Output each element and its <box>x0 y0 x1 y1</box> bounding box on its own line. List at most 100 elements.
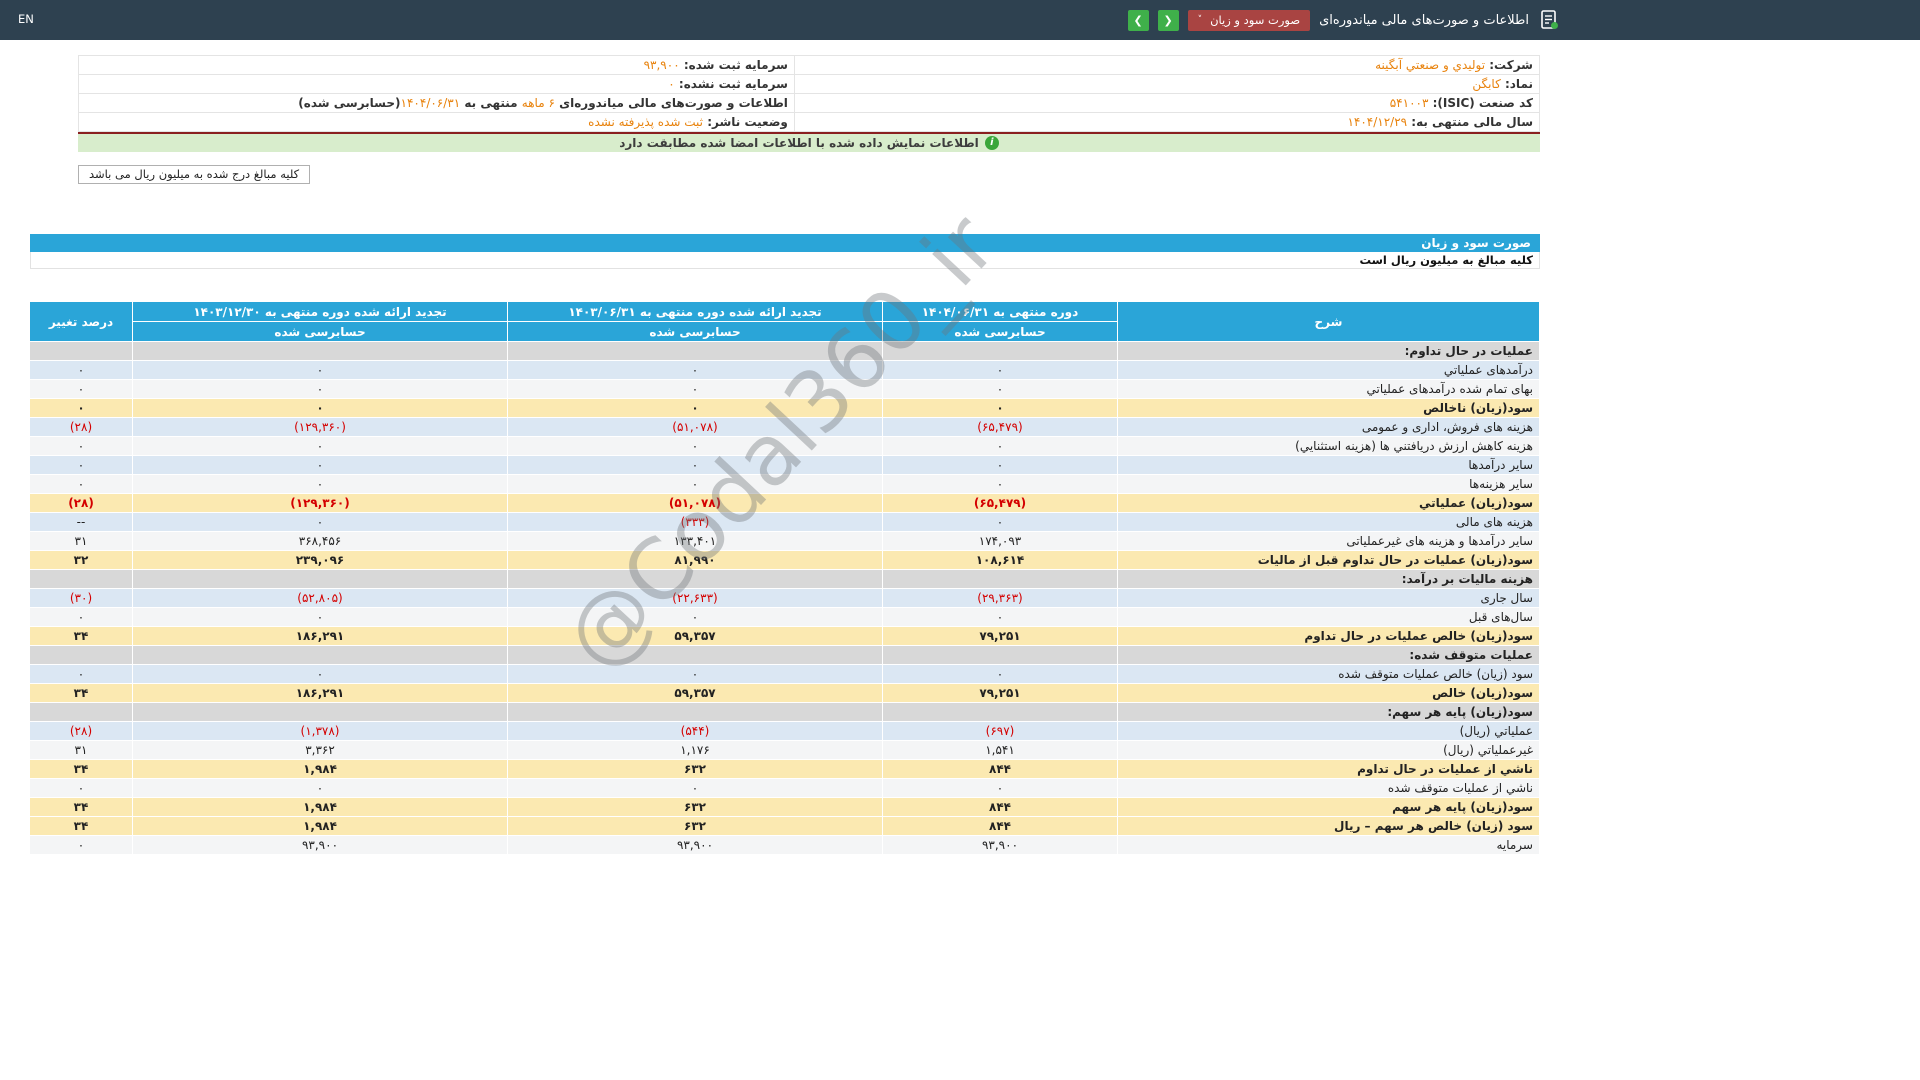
data-row: ناشي از عملیات در حال تداوم۸۴۴۶۳۲۱,۹۸۴۳۴ <box>30 760 1540 779</box>
value-cell: ۰ <box>133 361 508 380</box>
row-label: سایر درآمدها <box>1118 456 1540 475</box>
value-cell <box>883 342 1118 361</box>
info-value: ۹۳,۹۰۰ <box>644 58 680 72</box>
pct-change-cell: (۳۰) <box>30 589 133 608</box>
value-cell: ۸۴۴ <box>883 798 1118 817</box>
value-cell: ۱,۵۴۱ <box>883 741 1118 760</box>
data-row: سود (زیان) خالص عملیات متوقف شده۰۰۰۰ <box>30 665 1540 684</box>
value-cell: ۰ <box>508 361 883 380</box>
pct-change-cell <box>30 703 133 722</box>
signature-match-banner: i اطلاعات نمایش داده شده با اطلاعات امضا… <box>78 132 1540 152</box>
company-info-cell: کد صنعت (ISIC): ۵۴۱۰۰۳ <box>794 94 1539 113</box>
value-cell: (۶۵,۴۷۹) <box>883 418 1118 437</box>
col-header-period-current: دوره منتهی به ۱۴۰۴/۰۶/۳۱ <box>883 302 1118 322</box>
value-cell: ۲۳۹,۰۹۶ <box>133 551 508 570</box>
statement-table-body: عملیات در حال تداوم:درآمدهای عملیاتي۰۰۰۰… <box>30 342 1540 855</box>
value-cell: ۰ <box>133 779 508 798</box>
value-cell: (۵۲,۸۰۵) <box>133 589 508 608</box>
value-cell: (۳۳۳) <box>508 513 883 532</box>
info-label: اطلاعات و صورت‌های مالی میاندوره‌ای <box>555 96 788 110</box>
pct-change-cell: ۳۱ <box>30 741 133 760</box>
row-label: سود (زیان) خالص هر سهم – ریال <box>1118 817 1540 836</box>
value-cell: (۱۲۹,۳۶۰) <box>133 494 508 513</box>
row-label: سایر درآمدها و هزینه های غیرعملیاتی <box>1118 532 1540 551</box>
value-cell <box>508 703 883 722</box>
info-label: (حسابرسی شده) <box>298 96 400 110</box>
value-cell: ۰ <box>508 437 883 456</box>
value-cell: ۰ <box>133 399 508 418</box>
value-cell: (۵۱,۰۷۸) <box>508 418 883 437</box>
value-cell: ۱۸۶,۲۹۱ <box>133 684 508 703</box>
info-label: وضعیت ناشر: <box>703 115 788 129</box>
signature-match-text: اطلاعات نمایش داده شده با اطلاعات امضا ش… <box>619 136 979 150</box>
row-label: درآمدهای عملیاتي <box>1118 361 1540 380</box>
info-label: منتهی به <box>460 96 522 110</box>
next-statement-button[interactable]: ❮ <box>1158 10 1179 31</box>
statement-unit-note: کلیه مبالغ به میلیون ریال است <box>30 252 1540 269</box>
row-label: سود(زیان) پایه هر سهم: <box>1118 703 1540 722</box>
row-label: عملیات متوقف شده: <box>1118 646 1540 665</box>
statement-type-dropdown-label: صورت سود و زیان <box>1210 13 1300 27</box>
statement-type-dropdown[interactable]: صورت سود و زیان ˅ <box>1188 10 1311 31</box>
section-row: سود(زیان) پایه هر سهم: <box>30 703 1540 722</box>
info-label: شرکت: <box>1485 58 1533 72</box>
pct-change-cell: (۲۸) <box>30 418 133 437</box>
data-row: بهای تمام شده درآمدهای عملیاتي۰۰۰۰ <box>30 380 1540 399</box>
language-toggle-en[interactable]: EN <box>18 12 34 26</box>
value-cell: (۱۲۹,۳۶۰) <box>133 418 508 437</box>
value-cell: ۱,۹۸۴ <box>133 798 508 817</box>
page-title: اطلاعات و صورت‌های مالی میاندوره‌ای <box>1319 13 1529 28</box>
pct-change-cell: ۰ <box>30 380 133 399</box>
company-info-cell: اطلاعات و صورت‌های مالی میاندوره‌ای ۶ ما… <box>79 94 795 113</box>
value-cell: (۵۱,۰۷۸) <box>508 494 883 513</box>
value-cell: (۲۹,۳۶۳) <box>883 589 1118 608</box>
value-cell: ۹۳,۹۰۰ <box>508 836 883 855</box>
data-row: هزینه های فروش، اداری و عمومی(۶۵,۴۷۹)(۵۱… <box>30 418 1540 437</box>
row-label: سود(زیان) خالص <box>1118 684 1540 703</box>
row-label: بهای تمام شده درآمدهای عملیاتي <box>1118 380 1540 399</box>
row-label: سرمایه <box>1118 836 1540 855</box>
data-row: سود(زیان) پایه هر سهم۸۴۴۶۳۲۱,۹۸۴۳۴ <box>30 798 1540 817</box>
value-cell: ۶۳۲ <box>508 760 883 779</box>
topbar: اطلاعات و صورت‌های مالی میاندوره‌ای صورت… <box>0 0 1920 40</box>
row-label: هزینه های فروش، اداری و عمومی <box>1118 418 1540 437</box>
value-cell: ۰ <box>883 475 1118 494</box>
col-subheader-audited: حسابرسی شده <box>508 322 883 342</box>
value-cell: ۰ <box>133 437 508 456</box>
pct-change-cell: ۰ <box>30 836 133 855</box>
company-info-row: نماد: کابگنسرمایه ثبت نشده: ۰ <box>79 75 1540 94</box>
company-info-section: شرکت: تولیدي و صنعتي آبگینهسرمایه ثبت شد… <box>78 55 1540 184</box>
value-cell: ۰ <box>883 456 1118 475</box>
value-cell <box>883 570 1118 589</box>
value-cell: (۲۲,۶۳۳) <box>508 589 883 608</box>
chevron-down-icon: ˅ <box>1198 16 1203 25</box>
value-cell: ۰ <box>133 456 508 475</box>
value-cell: ۹۳,۹۰۰ <box>883 836 1118 855</box>
value-cell: ۰ <box>883 399 1118 418</box>
data-row: سود(زیان) عملیاتي(۶۵,۴۷۹)(۵۱,۰۷۸)(۱۲۹,۳۶… <box>30 494 1540 513</box>
pct-change-cell: (۲۸) <box>30 722 133 741</box>
value-cell <box>133 703 508 722</box>
pct-change-cell: ۰ <box>30 779 133 798</box>
data-row: سرمایه۹۳,۹۰۰۹۳,۹۰۰۹۳,۹۰۰۰ <box>30 836 1540 855</box>
value-cell <box>883 646 1118 665</box>
info-icon: i <box>985 136 999 150</box>
value-cell: ۰ <box>508 399 883 418</box>
company-info-row: شرکت: تولیدي و صنعتي آبگینهسرمایه ثبت شد… <box>79 56 1540 75</box>
value-cell: ۰ <box>133 513 508 532</box>
col-header-period-restated-1: تجدید ارائه شده دوره منتهی به ۱۴۰۳/۰۶/۳۱ <box>508 302 883 322</box>
pct-change-cell: ۰ <box>30 437 133 456</box>
value-cell: ۰ <box>133 475 508 494</box>
value-cell: ۱,۹۸۴ <box>133 817 508 836</box>
row-label: ناشي از عملیات در حال تداوم <box>1118 760 1540 779</box>
value-cell: ۰ <box>508 456 883 475</box>
value-cell: ۷۹,۲۵۱ <box>883 627 1118 646</box>
row-label: سال‌های قبل <box>1118 608 1540 627</box>
prev-statement-button[interactable]: ❯ <box>1128 10 1149 31</box>
company-info-body: شرکت: تولیدي و صنعتي آبگینهسرمایه ثبت شد… <box>79 56 1540 132</box>
value-cell: (۵۴۴) <box>508 722 883 741</box>
row-label: سال جاری <box>1118 589 1540 608</box>
report-document-icon <box>1538 9 1560 31</box>
row-label: ناشي از عملیات متوقف شده <box>1118 779 1540 798</box>
data-row: سال جاری(۲۹,۳۶۳)(۲۲,۶۳۳)(۵۲,۸۰۵)(۳۰) <box>30 589 1540 608</box>
